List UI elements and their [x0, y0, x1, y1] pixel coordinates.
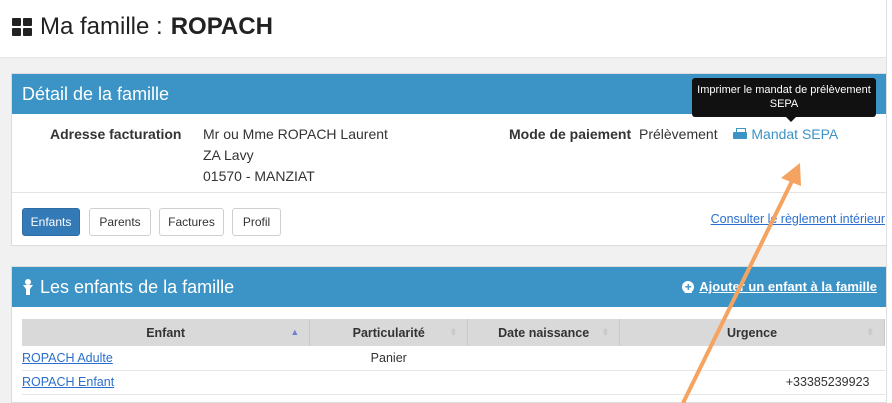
sort-icon: ⬍	[866, 327, 874, 337]
plus-circle-icon: +	[682, 280, 695, 293]
column-particularite-label: Particularité	[352, 325, 425, 340]
rules-link[interactable]: Consulter le règlement intérieur	[711, 212, 885, 226]
page-title: Ma famille : ROPACH	[12, 13, 273, 41]
sepa-tooltip: Imprimer le mandat de prélèvement SEPA	[692, 78, 876, 117]
table-row: ROPACH Adulte Panier	[22, 346, 885, 371]
tab-factures[interactable]: Factures	[159, 208, 224, 236]
naissance-cell	[467, 346, 620, 371]
add-child-label: Ajouter un enfant à la famille	[699, 279, 877, 294]
add-child-link[interactable]: + Ajouter un enfant à la famille	[682, 279, 877, 294]
payment-value-text: Prélèvement	[639, 126, 718, 142]
column-enfant-label: Enfant	[146, 325, 186, 340]
scrollbar-edge[interactable]	[886, 0, 892, 403]
column-date-naissance[interactable]: Date naissance ⬍	[467, 319, 621, 346]
children-table: Enfant ▲ Particularité ⬍ Date naissance ⬍ U…	[22, 319, 885, 395]
print-icon	[733, 128, 748, 140]
particularite-cell	[309, 370, 468, 395]
child-link[interactable]: ROPACH Adulte	[22, 351, 113, 365]
tab-profil-label: Profil	[242, 215, 271, 229]
table-row: ROPACH Enfant +33385239923	[22, 370, 885, 395]
child-icon	[22, 279, 34, 295]
children-title: Les enfants de la famille	[40, 276, 235, 297]
naissance-cell	[467, 370, 620, 395]
detail-divider	[12, 192, 891, 193]
grid-icon	[12, 18, 32, 36]
family-detail-title: Détail de la famille	[22, 83, 170, 104]
urgence-cell	[619, 346, 885, 371]
page-title-prefix: Ma famille :	[40, 13, 163, 40]
billing-address: Mr ou Mme ROPACH Laurent ZA Lavy 01570 -…	[203, 124, 388, 187]
payment-label: Mode de paiement	[509, 124, 631, 145]
column-date-naissance-label: Date naissance	[498, 325, 590, 340]
children-panel: Les enfants de la famille + Ajouter un en…	[11, 266, 892, 403]
payment-value: Prélèvement Mandat SEPA	[639, 124, 838, 145]
page-header: Ma famille : ROPACH	[0, 0, 892, 58]
column-enfant[interactable]: Enfant ▲	[22, 319, 311, 346]
sort-asc-icon: ▲	[290, 327, 300, 337]
children-header: Les enfants de la famille + Ajouter un en…	[12, 267, 891, 307]
tab-parents-label: Parents	[99, 215, 141, 229]
tooltip-arrow	[785, 116, 797, 122]
column-urgence[interactable]: Urgence ⬍	[619, 319, 885, 346]
payment-label-text: Mode de paiement	[509, 126, 632, 142]
family-name: ROPACH	[170, 13, 273, 40]
billing-label-text: Adresse facturation	[50, 126, 182, 142]
billing-line-3: 01570 - MANZIAT	[203, 168, 315, 184]
particularite-cell: Panier	[309, 346, 468, 371]
tab-factures-label: Factures	[168, 215, 215, 229]
tab-enfants-label: Enfants	[30, 215, 72, 229]
page: Ma famille : ROPACH Détail de la famille…	[0, 0, 892, 403]
sort-icon: ⬍	[601, 327, 610, 337]
billing-line-1: Mr ou Mme ROPACH Laurent	[203, 126, 388, 142]
sepa-mandate-link[interactable]: Mandat SEPA	[733, 126, 838, 142]
tab-enfants[interactable]: Enfants	[22, 208, 80, 236]
billing-line-2: ZA Lavy	[203, 147, 254, 163]
tab-parents[interactable]: Parents	[89, 208, 151, 236]
billing-label: Adresse facturation	[50, 124, 181, 145]
column-particularite[interactable]: Particularité ⬍	[309, 319, 469, 346]
child-link[interactable]: ROPACH Enfant	[22, 375, 114, 389]
sort-icon: ⬍	[449, 327, 458, 337]
urgence-cell: +33385239923	[619, 370, 885, 395]
tab-profil[interactable]: Profil	[232, 208, 281, 236]
sepa-link-label: Mandat SEPA	[751, 126, 839, 142]
column-urgence-label: Urgence	[727, 325, 778, 340]
